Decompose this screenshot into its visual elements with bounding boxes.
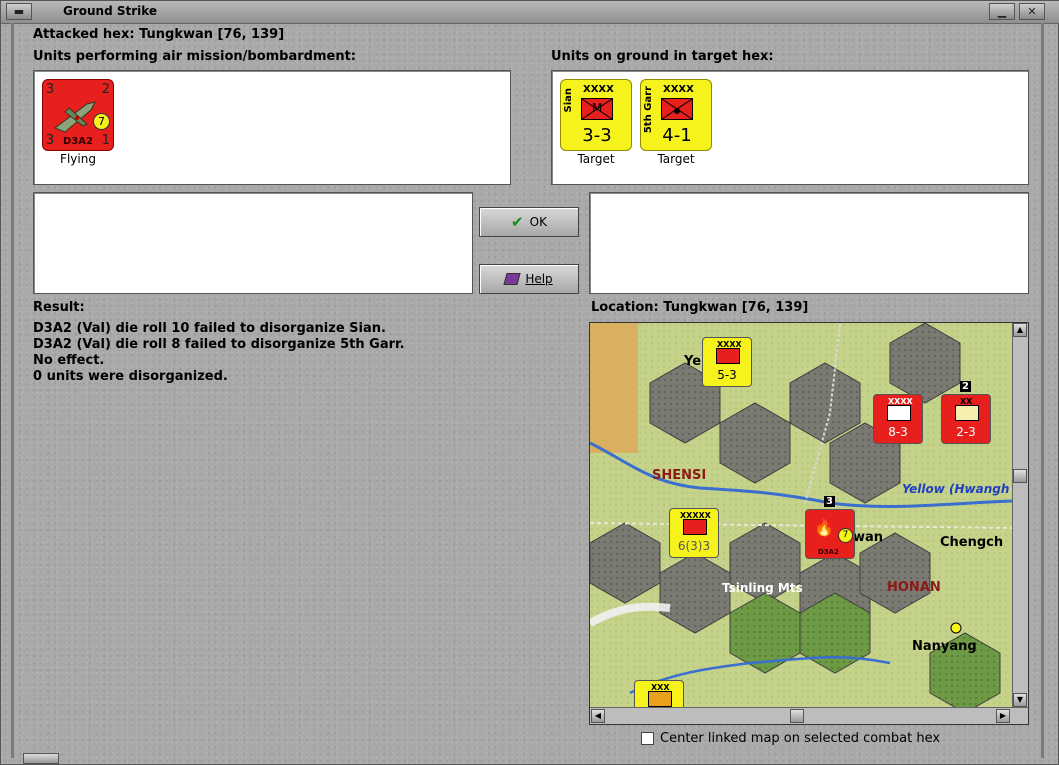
scroll-down-arrow-icon[interactable]: ▼	[1013, 693, 1027, 707]
help-button[interactable]: Help	[479, 264, 579, 294]
map-label-tungkwan: wan	[853, 530, 884, 545]
counter-strength: 2-3	[956, 425, 976, 439]
ground-units-label: Units on ground in target hex:	[551, 49, 774, 64]
unit-name: Sian	[563, 88, 574, 113]
system-menu-button[interactable]: ▬	[6, 3, 32, 20]
infantry-symbol-icon	[887, 405, 911, 421]
stack-count-badge: 2	[960, 381, 971, 392]
attacker-detail-panel	[33, 192, 473, 294]
counter-badge: 7	[838, 528, 853, 543]
map-counter[interactable]: XXXX 8-3	[873, 394, 923, 444]
title-bar: ▬ Ground Strike ▁ ✕	[1, 1, 1059, 24]
map-label-honan: HONAN	[887, 580, 941, 595]
map-counter[interactable]: 🔥 7 D3A2	[805, 509, 855, 559]
resize-grip[interactable]	[23, 753, 59, 764]
center-map-option[interactable]: Center linked map on selected combat hex	[641, 731, 940, 746]
unit-name: D3A2	[63, 136, 93, 147]
map-vertical-scrollbar[interactable]: ▲ ▼	[1012, 323, 1028, 709]
unit-top-left-value: 3	[46, 82, 55, 97]
ground-units-panel: Sian XXXX M 3-3 Target 5th Garr XXXX 4-1…	[551, 70, 1029, 185]
map-label-nanyang: Nanyang	[912, 639, 977, 654]
map-label-tsinling: Tsinling Mts	[722, 581, 803, 595]
map-label-yellow-river: Yellow (Hwangh	[902, 482, 1010, 496]
unit-type-letter: M	[592, 101, 603, 115]
unit-strength: 4-1	[662, 125, 692, 146]
horizontal-scroll-thumb[interactable]	[790, 709, 804, 723]
ground-unit-status: Target	[657, 152, 695, 166]
fire-icon: 🔥	[814, 518, 834, 537]
vertical-scroll-thumb[interactable]	[1013, 469, 1027, 483]
infantry-symbol-icon	[955, 405, 979, 421]
unit-strength: 3-3	[582, 125, 612, 146]
unit-symbol-icon	[648, 691, 672, 707]
location-map[interactable]: SHENSI HONAN Tsinling Mts Yellow (Hwangh…	[589, 322, 1029, 725]
unit-bottom-right-value: 1	[101, 133, 110, 148]
scroll-left-arrow-icon[interactable]: ◀	[591, 709, 605, 723]
air-unit-counter[interactable]: 3 2 3 1 D3A2 7	[42, 79, 114, 151]
ground-unit-counter[interactable]: Sian XXXX M 3-3	[560, 79, 632, 151]
result-line: No effect.	[33, 353, 105, 368]
counter-name: D3A2	[818, 548, 839, 556]
window-title: Ground Strike	[63, 4, 158, 18]
result-line: 0 units were disorganized.	[33, 369, 228, 384]
result-label: Result:	[33, 300, 85, 315]
counter-strength: 8-3	[888, 425, 908, 439]
close-button[interactable]: ✕	[1019, 3, 1045, 20]
scroll-up-arrow-icon[interactable]: ▲	[1013, 323, 1027, 337]
right-frame	[1041, 23, 1044, 758]
ground-unit-status: Target	[577, 152, 615, 166]
attacked-hex-label: Attacked hex: Tungkwan [76, 139]	[33, 27, 285, 42]
counter-strength: 5-3	[717, 368, 737, 382]
scroll-right-arrow-icon[interactable]: ▶	[996, 709, 1010, 723]
ground-unit-counter[interactable]: 5th Garr XXXX 4-1	[640, 79, 712, 151]
ok-button-label: OK	[529, 215, 547, 229]
unit-top-right-value: 2	[101, 82, 110, 97]
minimize-button[interactable]: ▁	[989, 3, 1015, 20]
location-label: Location: Tungkwan [76, 139]	[591, 300, 809, 315]
unit-bottom-left-value: 3	[46, 133, 55, 148]
left-frame	[11, 23, 14, 758]
map-label-chengchow: Chengch	[940, 535, 1004, 550]
air-unit-status: Flying	[60, 152, 96, 166]
counter-strength: 6(3)3	[677, 539, 711, 553]
unit-size: XXXX	[583, 84, 614, 95]
map-counter[interactable]: XXXX 5-3	[702, 337, 752, 387]
air-units-panel: 3 2 3 1 D3A2 7 Flying	[33, 70, 511, 185]
result-line: D3A2 (Val) die roll 10 failed to disorga…	[33, 321, 386, 336]
help-button-label: Help	[525, 272, 553, 286]
result-line: D3A2 (Val) die roll 8 failed to disorgan…	[33, 337, 405, 352]
help-book-icon	[503, 273, 521, 285]
unit-badge: 7	[93, 113, 110, 130]
center-map-label: Center linked map on selected combat hex	[660, 731, 941, 746]
ground-strike-window: ▬ Ground Strike ▁ ✕ Attacked hex: Tungkw…	[0, 0, 1059, 765]
map-horizontal-scrollbar[interactable]: ◀ ▶	[590, 707, 1028, 724]
center-map-checkbox[interactable]	[641, 732, 654, 745]
infantry-symbol-icon: M	[581, 98, 613, 120]
defender-detail-panel	[589, 192, 1029, 294]
result-text: D3A2 (Val) die roll 10 failed to disorga…	[33, 321, 405, 385]
map-label-shensi: SHENSI	[652, 468, 707, 483]
map-counter[interactable]: XX 2-3	[941, 394, 991, 444]
garrison-symbol-icon	[661, 98, 693, 120]
ok-button[interactable]: ✔ OK	[479, 207, 579, 237]
hq-symbol-icon	[683, 519, 707, 535]
map-counter[interactable]: XXXXX 6(3)3	[669, 508, 719, 558]
air-units-label: Units performing air mission/bombardment…	[33, 49, 357, 64]
stack-count-badge: 3	[824, 496, 835, 507]
map-label-yenan: Ye	[684, 354, 702, 369]
infantry-symbol-icon	[716, 348, 740, 364]
unit-size: XXXX	[663, 84, 694, 95]
checkmark-icon: ✔	[511, 213, 524, 231]
